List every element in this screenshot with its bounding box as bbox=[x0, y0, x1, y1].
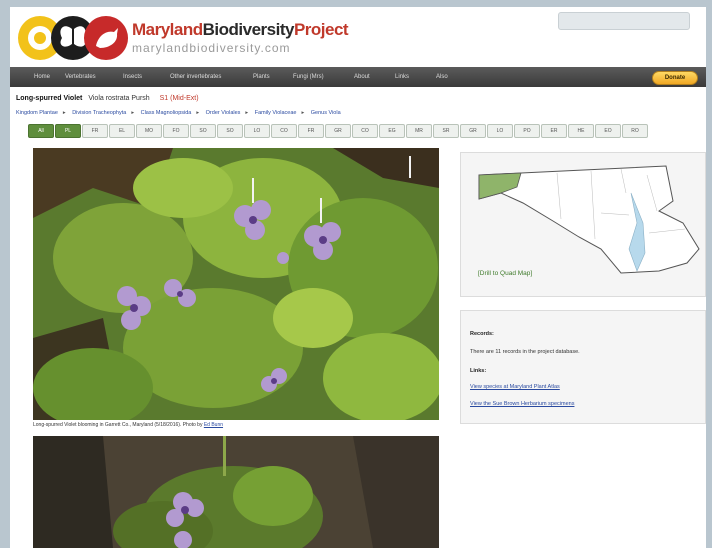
filter-tab[interactable]: MR bbox=[406, 124, 432, 138]
taxon-link[interactable]: Kingdom Plantae bbox=[16, 110, 58, 116]
plant-atlas-link[interactable]: View species at Maryland Plant Atlas bbox=[470, 384, 560, 390]
species-title: Long-spurred Violet Viola rostrata Pursh… bbox=[16, 95, 199, 102]
taxonomy-breadcrumb: Kingdom Plantae ▸ Division Tracheophyta ▸ … bbox=[16, 110, 341, 116]
filter-tab[interactable]: EO bbox=[595, 124, 621, 138]
filter-tab[interactable]: GR bbox=[460, 124, 486, 138]
title-part-1: Maryland bbox=[132, 20, 203, 39]
title-part-2: Biodiversity bbox=[202, 20, 295, 39]
filter-tab[interactable]: PL bbox=[55, 124, 81, 138]
filter-tab[interactable]: GR bbox=[325, 124, 351, 138]
filter-tab[interactable]: SR bbox=[433, 124, 459, 138]
nav-item-about[interactable]: About bbox=[354, 67, 370, 87]
records-text: There are 11 records in the project data… bbox=[470, 349, 580, 355]
nav-item-vertebrates[interactable]: Vertebrates bbox=[65, 67, 96, 87]
breadcrumb-separator: ▸ bbox=[301, 110, 305, 116]
species-photo[interactable] bbox=[33, 148, 439, 420]
photo-author-link[interactable]: Ed Bunn bbox=[204, 422, 223, 428]
site-title: MarylandBiodiversityProject bbox=[132, 20, 349, 40]
conservation-status: S1 (Mid-Ext) bbox=[159, 95, 199, 102]
common-name: Long-spurred Violet bbox=[16, 95, 83, 102]
breadcrumb-separator: ▸ bbox=[245, 110, 249, 116]
nav-item-plants[interactable]: Plants bbox=[253, 67, 270, 87]
taxon-link[interactable]: Division Tracheophyta bbox=[72, 110, 126, 116]
filter-tab[interactable]: FR bbox=[298, 124, 324, 138]
filter-tab[interactable]: EG bbox=[379, 124, 405, 138]
filter-tab[interactable]: All bbox=[28, 124, 54, 138]
filter-tab[interactable]: EL bbox=[109, 124, 135, 138]
scientific-name: Viola rostrata Pursh bbox=[88, 95, 150, 102]
filter-tab[interactable]: RO bbox=[622, 124, 648, 138]
filter-tab[interactable]: SO bbox=[190, 124, 216, 138]
title-part-3: Project bbox=[293, 20, 349, 39]
breadcrumb-separator: ▸ bbox=[62, 110, 66, 116]
nav-item-other-invertebrates[interactable]: Other invertebrates bbox=[170, 67, 221, 87]
filter-tab[interactable]: HE bbox=[568, 124, 594, 138]
donate-button[interactable]: Donate bbox=[652, 71, 698, 85]
drill-to-quad-map-link[interactable]: [Drill to Quad Map] bbox=[478, 270, 532, 277]
records-heading: Records: bbox=[470, 331, 494, 337]
site-brand[interactable]: MarylandBiodiversityProject marylandbiod… bbox=[132, 20, 349, 55]
caption-text: Long-spurred Violet blooming in Garrett … bbox=[33, 422, 203, 428]
site-header: MarylandBiodiversityProject marylandbiod… bbox=[10, 7, 706, 67]
filter-tab[interactable]: CO bbox=[271, 124, 297, 138]
site-logo[interactable] bbox=[18, 16, 128, 60]
taxon-link[interactable]: Order Violales bbox=[206, 110, 241, 116]
filter-tab[interactable]: MO bbox=[136, 124, 162, 138]
search-input[interactable] bbox=[558, 12, 690, 30]
breadcrumb-separator: ▸ bbox=[196, 110, 200, 116]
nav-item-links[interactable]: Links bbox=[395, 67, 409, 87]
herbarium-link[interactable]: View the Sue Brown Herbarium specimens bbox=[470, 401, 574, 407]
bird-icon bbox=[84, 16, 128, 60]
breadcrumb-separator: ▸ bbox=[131, 110, 135, 116]
photo-caption: Long-spurred Violet blooming in Garrett … bbox=[33, 422, 223, 428]
main-nav: Home Vertebrates Insects Other invertebr… bbox=[10, 67, 706, 87]
nav-item-also[interactable]: Also bbox=[436, 67, 448, 87]
taxon-link[interactable]: Family Violaceae bbox=[255, 110, 297, 116]
links-heading: Links: bbox=[470, 368, 487, 374]
filter-tab[interactable]: SO bbox=[217, 124, 243, 138]
filter-tab[interactable]: ER bbox=[541, 124, 567, 138]
species-photo[interactable] bbox=[33, 436, 439, 548]
nav-item-insects[interactable]: Insects bbox=[123, 67, 142, 87]
filter-tab[interactable]: LO bbox=[487, 124, 513, 138]
taxon-link[interactable]: Class Magnoliopsida bbox=[141, 110, 192, 116]
taxon-link[interactable]: Genus Viola bbox=[311, 110, 341, 116]
filter-tab[interactable]: FR bbox=[82, 124, 108, 138]
site-url: marylandbiodiversity.com bbox=[132, 41, 291, 55]
nav-item-fungi[interactable]: Fungi (Mrs) bbox=[293, 67, 324, 87]
browser-page: MarylandBiodiversityProject marylandbiod… bbox=[10, 7, 706, 548]
filter-tab[interactable]: CO bbox=[352, 124, 378, 138]
filter-tab[interactable]: PO bbox=[514, 124, 540, 138]
filter-tab[interactable]: FO bbox=[163, 124, 189, 138]
filter-tab[interactable]: LO bbox=[244, 124, 270, 138]
nav-item-home[interactable]: Home bbox=[34, 67, 50, 87]
